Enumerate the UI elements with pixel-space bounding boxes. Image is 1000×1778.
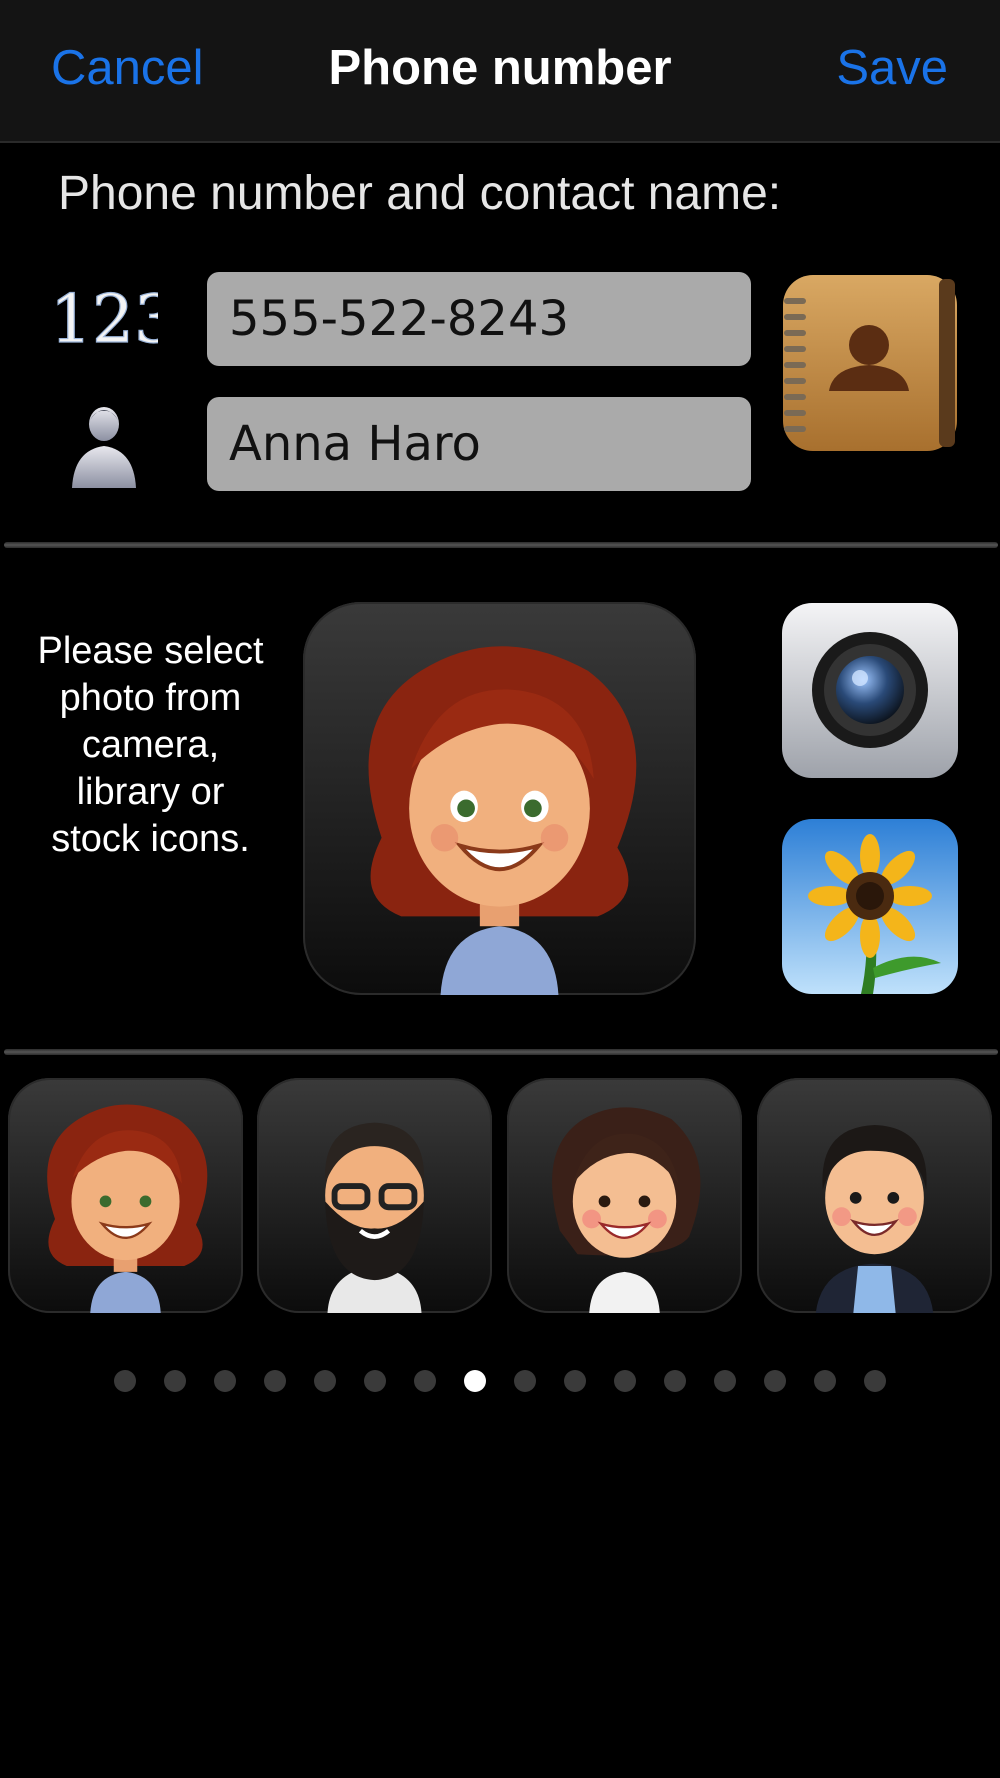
hint-line: library or [76, 771, 225, 813]
save-button[interactable]: Save [836, 40, 948, 96]
page-dot[interactable] [364, 1370, 386, 1392]
avatar-young-man-icon [815, 1125, 934, 1313]
page-dot[interactable] [164, 1370, 186, 1392]
divider [4, 1049, 998, 1055]
page-dot[interactable] [564, 1370, 586, 1392]
avatar-bearded-man-glasses-icon [324, 1122, 425, 1313]
hint-line: Please select [37, 630, 264, 672]
page-dot[interactable] [314, 1370, 336, 1392]
stock-avatar-4[interactable] [757, 1078, 992, 1313]
stock-avatar-2[interactable] [257, 1078, 492, 1313]
phone-digits-icon: 123 [49, 280, 158, 358]
photo-hint-text: Please select photo from camera, library… [18, 628, 283, 863]
person-icon [72, 407, 136, 488]
page-indicator[interactable] [0, 1370, 1000, 1394]
page-dot[interactable] [514, 1370, 536, 1392]
divider [4, 542, 998, 548]
hint-line: stock icons. [51, 818, 250, 860]
photo-library-button[interactable] [781, 818, 959, 995]
hint-line: camera, [81, 724, 220, 766]
selected-photo-preview [303, 602, 696, 995]
page-dot[interactable] [414, 1370, 436, 1392]
page-dot[interactable] [764, 1370, 786, 1392]
page-dot[interactable] [714, 1370, 736, 1392]
page-dot[interactable] [264, 1370, 286, 1392]
navigation-bar: Cancel Phone number Save [0, 0, 1000, 143]
page-dot[interactable] [814, 1370, 836, 1392]
avatar-redhead-woman-icon [47, 1104, 208, 1313]
section-label: Phone number and contact name: [58, 167, 782, 220]
page-dot[interactable] [614, 1370, 636, 1392]
page-dot[interactable] [214, 1370, 236, 1392]
digits-icon-text: 123 [50, 281, 158, 358]
page-dot-active[interactable] [464, 1370, 486, 1392]
phone-number-field[interactable]: 555-522-8243 [207, 272, 751, 366]
address-book-button[interactable] [781, 273, 959, 453]
stock-avatar-1[interactable] [8, 1078, 243, 1313]
page-dot[interactable] [664, 1370, 686, 1392]
page-dot[interactable] [114, 1370, 136, 1392]
camera-button[interactable] [781, 602, 959, 779]
avatar-redhead-woman-icon [368, 646, 637, 995]
page-dot[interactable] [864, 1370, 886, 1392]
hint-line: photo from [59, 677, 242, 719]
cancel-button[interactable]: Cancel [51, 40, 204, 96]
contact-name-field[interactable]: Anna Haro [207, 397, 751, 491]
stock-avatar-3[interactable] [507, 1078, 742, 1313]
avatar-dark-hair-woman-icon [552, 1107, 701, 1313]
